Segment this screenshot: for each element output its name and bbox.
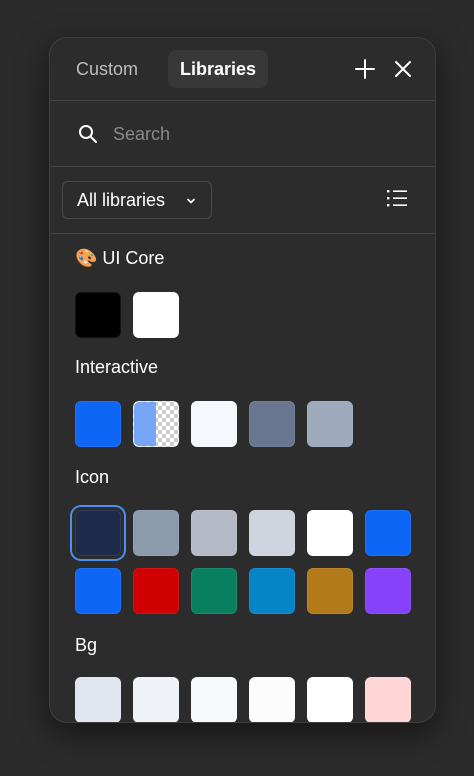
color-swatch[interactable] [307, 401, 353, 447]
color-swatch[interactable] [133, 568, 179, 614]
color-swatch[interactable] [365, 510, 411, 556]
chevron-down-icon [187, 198, 195, 204]
library-dropdown[interactable]: All libraries [62, 181, 212, 219]
color-swatch[interactable] [365, 677, 411, 722]
filter-row: All libraries [50, 167, 435, 234]
plus-icon[interactable] [353, 57, 377, 81]
color-swatch[interactable] [75, 568, 121, 614]
color-swatch[interactable] [249, 568, 295, 614]
color-swatch[interactable] [133, 292, 179, 338]
color-swatch[interactable] [133, 677, 179, 722]
color-libraries-panel: Custom Libraries All libraries [49, 37, 436, 723]
color-swatch[interactable] [75, 510, 121, 556]
color-swatch[interactable] [365, 568, 411, 614]
color-swatch[interactable] [307, 568, 353, 614]
color-swatch[interactable] [75, 677, 121, 722]
search-icon [77, 123, 99, 145]
library-color-list: 🎨 UI Core Interactive Icon Bg [50, 236, 435, 722]
color-swatch[interactable] [191, 677, 237, 722]
color-swatch[interactable] [307, 677, 353, 722]
color-swatch[interactable] [191, 510, 237, 556]
color-swatch[interactable] [133, 401, 179, 447]
color-swatch[interactable] [133, 510, 179, 556]
color-swatch[interactable] [249, 677, 295, 722]
search-bar [50, 101, 435, 167]
section-title-bg: Bg [75, 635, 98, 655]
section-title-interactive: Interactive [75, 357, 159, 377]
color-swatch[interactable] [191, 401, 237, 447]
list-view-icon[interactable] [386, 187, 408, 209]
search-input[interactable] [113, 119, 393, 149]
color-swatch[interactable] [75, 401, 121, 447]
library-dropdown-label: All libraries [77, 189, 166, 210]
panel-header: Custom Libraries [50, 38, 435, 101]
section-title-ui-core: 🎨 UI Core [75, 248, 165, 268]
color-swatch[interactable] [307, 510, 353, 556]
swatch-solid-half [134, 402, 156, 446]
color-swatch[interactable] [249, 401, 295, 447]
color-swatch[interactable] [75, 292, 121, 338]
tab-custom[interactable]: Custom [64, 50, 150, 88]
color-swatch[interactable] [249, 510, 295, 556]
close-icon[interactable] [391, 57, 415, 81]
color-swatch[interactable] [191, 568, 237, 614]
section-title-icon: Icon [75, 467, 110, 487]
tab-libraries[interactable]: Libraries [168, 50, 269, 88]
